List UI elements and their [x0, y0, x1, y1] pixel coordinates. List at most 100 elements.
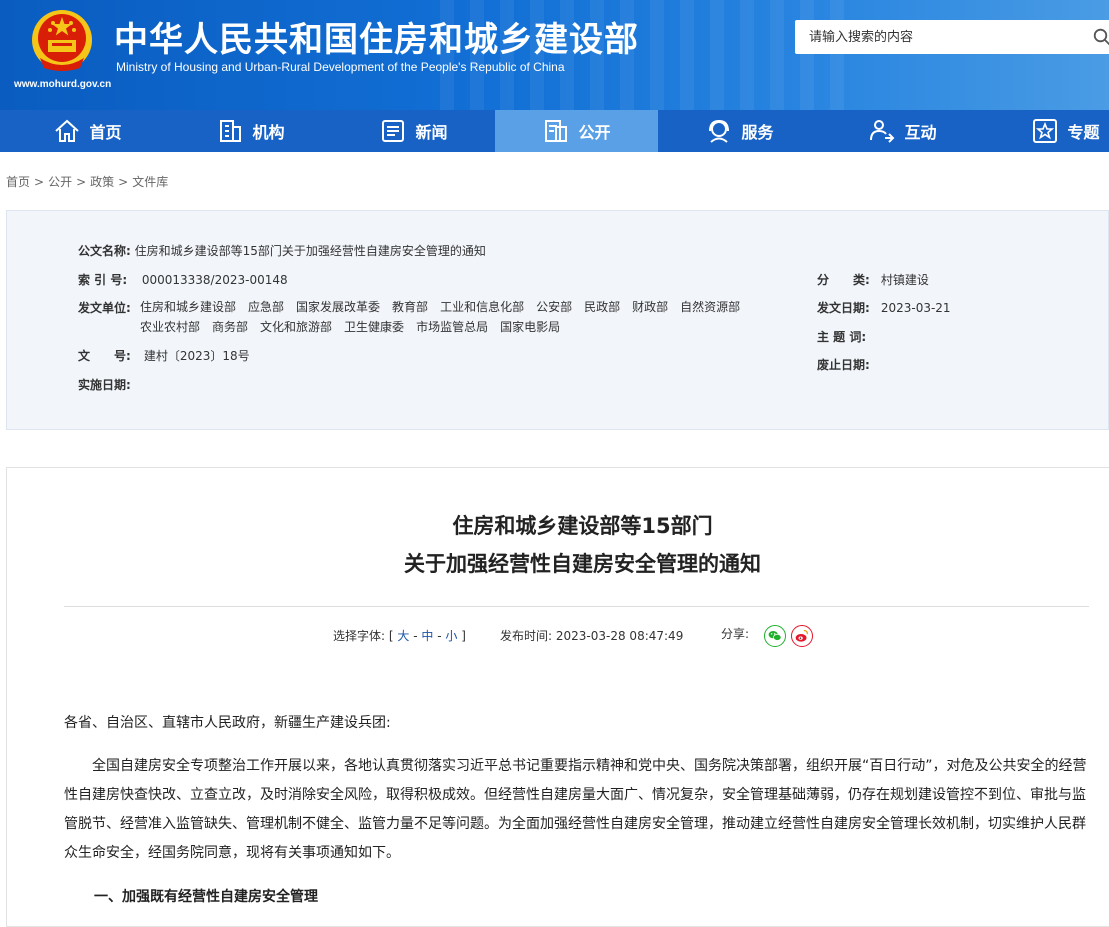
nav-item-organization[interactable]: 机构	[169, 110, 332, 152]
nav-label: 服务	[741, 123, 774, 142]
font-size-bracket: [	[388, 629, 394, 643]
nav-item-service[interactable]: 服务	[658, 110, 821, 152]
font-size-dash: -	[413, 629, 418, 643]
article-section-heading: 一、加强既有经营性自建房安全管理	[94, 889, 318, 905]
meta-issuer-list: 住房和城乡建设部 应急部 国家发展改革委 教育部 工业和信息化部 公安部 民政部 财政部 自然资…	[140, 297, 790, 337]
site-header: www.mohurd.gov.cn 中华人民共和国住房和城乡建设部 Minist…	[0, 0, 1109, 110]
article-paragraph: 全国自建房安全专项整治工作开展以来，各地认真贯彻落实习近平总书记重要指示精神和党…	[64, 758, 1087, 861]
interaction-icon	[870, 120, 895, 143]
search-box	[795, 20, 1109, 54]
publish-time-label: 发布时间:	[500, 629, 553, 643]
meta-effective-date: 实施日期:	[78, 376, 135, 393]
meta-doc-no-label: 文 号:	[78, 349, 131, 363]
breadcrumb-separator: >	[76, 175, 87, 189]
article-container: 住房和城乡建设部等15部门 关于加强经营性自建房安全管理的通知 选择字体: [ …	[6, 467, 1109, 927]
meta-index: 索 引 号: 000013338/2023-00148	[78, 271, 288, 288]
font-size-dash: -	[437, 629, 442, 643]
issuer-name: 卫生健康委	[344, 320, 405, 334]
issuer-name: 文化和旅游部	[260, 320, 333, 334]
meta-doc-no-value: 建村〔2023〕18号	[143, 349, 250, 363]
font-size-small[interactable]: 小	[445, 629, 457, 643]
breadcrumb-separator: >	[34, 175, 45, 189]
search-input[interactable]	[795, 20, 1075, 54]
site-url: www.mohurd.gov.cn	[14, 79, 112, 90]
issuer-name: 市场监管总局	[416, 320, 489, 334]
meta-abolish-date: 废止日期:	[817, 356, 881, 373]
issuer-name: 国家发展改革委	[296, 300, 381, 314]
service-icon	[709, 119, 730, 143]
issuer-name: 自然资源部	[680, 300, 741, 314]
font-size-medium[interactable]: 中	[421, 629, 433, 643]
meta-issuer: 发文单位:	[78, 299, 131, 316]
issuer-name: 国家电影局	[500, 320, 561, 334]
national-emblem-icon[interactable]	[30, 8, 94, 74]
issuer-name: 教育部	[392, 300, 429, 314]
nav-label: 首页	[89, 123, 122, 142]
meta-index-value: 000013338/2023-00148	[141, 273, 288, 287]
home-icon	[55, 119, 80, 142]
meta-keywords-label: 主 题 词:	[817, 330, 867, 344]
breadcrumb-public[interactable]: 公开	[48, 175, 72, 189]
issuer-name: 财政部	[632, 300, 669, 314]
meta-category-value: 村镇建设	[880, 273, 929, 287]
nav-label: 专题	[1067, 123, 1100, 142]
meta-doc-name: 公文名称: 住房和城乡建设部等15部门关于加强经营性自建房安全管理的通知	[78, 242, 486, 259]
font-size-bracket: ]	[461, 629, 466, 643]
star-icon	[1033, 119, 1058, 143]
search-icon[interactable]	[1093, 28, 1109, 46]
meta-abolish-label: 废止日期:	[817, 358, 870, 372]
meta-issue-date-label: 发文日期:	[817, 301, 870, 315]
site-title[interactable]: 中华人民共和国住房和城乡建设部	[114, 12, 639, 61]
breadcrumb: 首页 > 公开 > 政策 > 文件库	[6, 173, 168, 190]
document-metadata-box: 公文名称: 住房和城乡建设部等15部门关于加强经营性自建房安全管理的通知 索 引…	[6, 210, 1109, 430]
issuer-name: 工业和信息化部	[440, 300, 525, 314]
font-size-selector: 选择字体: [ 大 - 中 - 小 ]	[333, 627, 466, 644]
meta-issue-date: 发文日期: 2023-03-21	[817, 299, 951, 316]
issuer-name: 应急部	[248, 300, 285, 314]
main-nav: 首页 机构 新闻 公开 服务 互动 专题	[0, 110, 1109, 152]
news-icon	[382, 120, 405, 142]
meta-doc-name-label: 公文名称:	[78, 244, 131, 258]
share-label: 分享:	[721, 627, 750, 641]
meta-issuer-label: 发文单位:	[78, 301, 131, 315]
breadcrumb-library[interactable]: 文件库	[132, 175, 168, 189]
nav-label: 机构	[252, 123, 285, 142]
title-divider	[64, 606, 1089, 607]
article-title-line1: 住房和城乡建设部等15部门	[452, 514, 713, 538]
issuer-name: 住房和城乡建设部	[140, 300, 237, 314]
meta-issue-date-value: 2023-03-21	[880, 301, 951, 315]
breadcrumb-policy[interactable]: 政策	[90, 175, 114, 189]
issuer-name: 商务部	[212, 320, 249, 334]
font-size-label: 选择字体:	[333, 629, 386, 643]
meta-index-label: 索 引 号:	[78, 273, 128, 287]
breadcrumb-home[interactable]: 首页	[6, 175, 30, 189]
nav-label: 互动	[904, 123, 937, 142]
meta-category: 分 类: 村镇建设	[817, 271, 929, 288]
nav-item-public[interactable]: 公开	[495, 110, 658, 152]
site-subtitle: Ministry of Housing and Urban-Rural Deve…	[116, 60, 565, 74]
meta-keywords: 主 题 词:	[817, 328, 881, 345]
publish-time: 发布时间: 2023-03-28 08:47:49	[500, 627, 683, 644]
issuer-name: 公安部	[536, 300, 573, 314]
meta-effective-label: 实施日期:	[78, 378, 131, 392]
breadcrumb-separator: >	[118, 175, 129, 189]
nav-item-topics[interactable]: 专题	[984, 110, 1109, 152]
article-title-line2: 关于加强经营性自建房安全管理的通知	[404, 552, 761, 576]
weibo-share-icon[interactable]	[791, 625, 813, 647]
nav-item-news[interactable]: 新闻	[332, 110, 495, 152]
building-icon	[220, 120, 242, 142]
nav-item-home[interactable]: 首页	[6, 110, 169, 152]
meta-doc-no: 文 号: 建村〔2023〕18号	[78, 347, 250, 364]
issuer-name: 民政部	[584, 300, 621, 314]
document-icon	[545, 120, 568, 142]
publish-time-value: 2023-03-28 08:47:49	[555, 629, 684, 643]
nav-label: 公开	[578, 123, 611, 142]
issuer-name: 农业农村部	[140, 320, 201, 334]
wechat-share-icon[interactable]	[764, 625, 786, 647]
nav-item-interaction[interactable]: 互动	[821, 110, 984, 152]
article-salutation: 各省、自治区、直辖市人民政府，新疆生产建设兵团:	[64, 715, 391, 731]
font-size-large[interactable]: 大	[397, 629, 409, 643]
meta-doc-name-value: 住房和城乡建设部等15部门关于加强经营性自建房安全管理的通知	[134, 244, 486, 258]
nav-label: 新闻	[415, 123, 448, 142]
meta-category-label: 分 类:	[817, 273, 870, 287]
